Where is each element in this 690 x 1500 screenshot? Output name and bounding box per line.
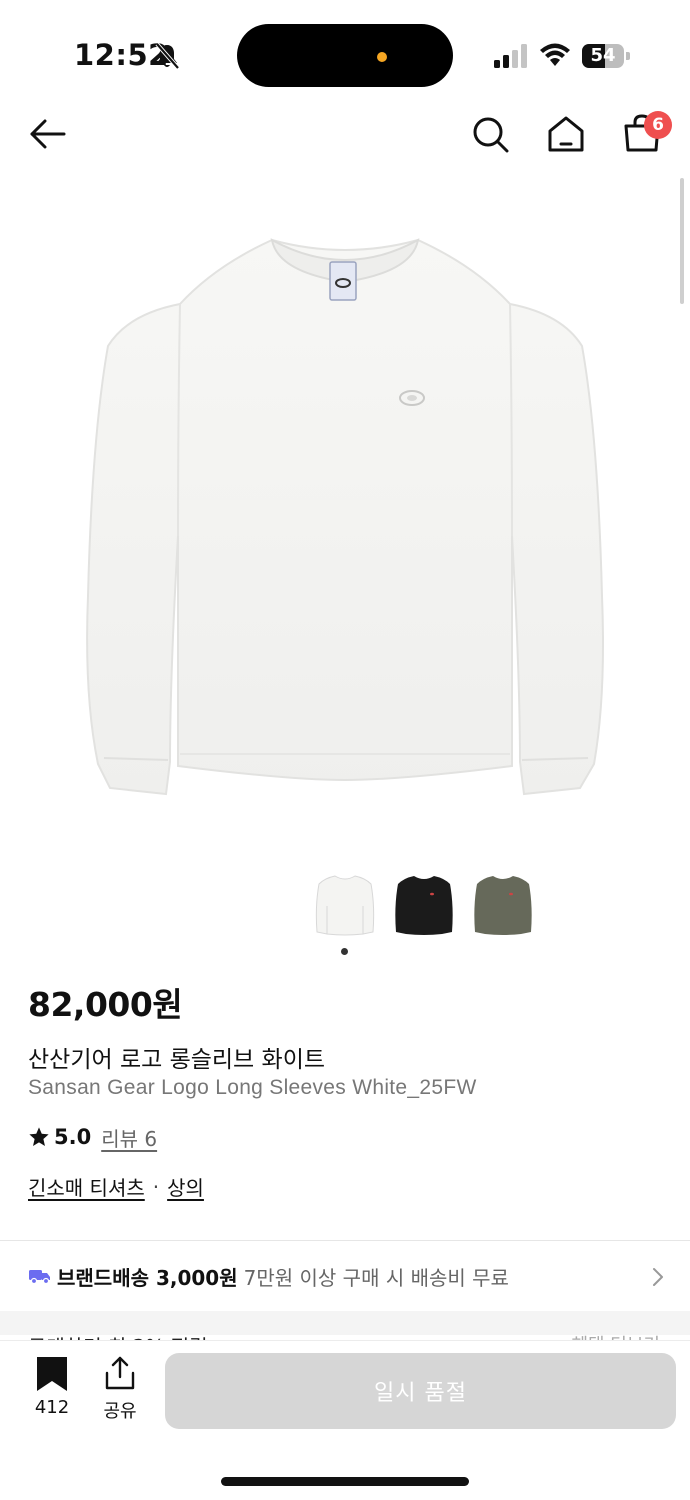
bell-slash-icon	[155, 42, 180, 70]
share-button[interactable]: 공유	[96, 1355, 144, 1422]
wifi-icon	[540, 43, 570, 66]
category-separator: ·	[152, 1174, 160, 1199]
product-name-korean: 산산기어 로고 롱슬리브 화이트	[28, 1047, 326, 1073]
shipping-fee-label: 브랜드배송 3,000원	[57, 1265, 238, 1290]
category-link-tops[interactable]: 상의	[167, 1172, 204, 1201]
thumbnail-khaki[interactable]	[469, 866, 537, 946]
search-icon[interactable]	[468, 112, 512, 156]
category-breadcrumb: 긴소매 티셔츠 · 상의	[28, 1172, 204, 1201]
temporarily-soldout-button[interactable]: 일시 품절	[165, 1353, 676, 1429]
arrow-left-icon[interactable]	[26, 112, 70, 156]
home-icon[interactable]	[544, 112, 588, 156]
cart-count-badge: 6	[644, 111, 672, 139]
dynamic-island	[237, 24, 453, 87]
category-link-long-sleeve-tshirts[interactable]: 긴소매 티셔츠	[28, 1172, 145, 1201]
free-shipping-condition: 7만원 이상 구매 시 배송비 무료	[243, 1265, 509, 1290]
home-indicator[interactable]	[221, 1477, 469, 1486]
privacy-indicator-dot	[377, 52, 387, 62]
chevron-right-icon	[653, 1268, 663, 1286]
status-bar: 12:52 54	[0, 0, 690, 100]
product-price: 82,000원	[28, 985, 183, 1024]
bottom-action-bar: 412 공유 일시 품절	[0, 1340, 690, 1500]
share-icon	[105, 1356, 135, 1390]
section-gap	[0, 1311, 690, 1335]
thumbnail-white[interactable]	[311, 866, 379, 946]
thumbnail-black[interactable]	[390, 866, 458, 946]
star-icon	[29, 1127, 49, 1146]
bookmark-button[interactable]: 412	[26, 1355, 78, 1421]
share-label: 공유	[103, 1401, 137, 1422]
bookmark-icon	[37, 1357, 67, 1391]
cellular-signal-icon	[494, 44, 527, 68]
image-page-dot	[341, 948, 348, 955]
top-nav	[0, 100, 690, 170]
shipping-info-row[interactable]: 브랜드배송 3,000원 7만원 이상 구매 시 배송비 무료	[0, 1241, 690, 1311]
bookmark-count: 412	[34, 1397, 70, 1418]
color-thumbnails	[0, 866, 690, 956]
image-scroll-indicator	[680, 178, 684, 304]
rating-row: 5.0 리뷰 6	[28, 1122, 157, 1152]
rating-value: 5.0	[54, 1125, 92, 1149]
reviews-link[interactable]: 리뷰 6	[101, 1123, 157, 1152]
battery-icon: 54	[582, 44, 630, 68]
truck-icon	[29, 1270, 50, 1284]
product-name-english: Sansan Gear Logo Long Sleeves White_25FW	[28, 1076, 477, 1099]
battery-percent: 54	[590, 45, 616, 66]
product-image[interactable]	[0, 176, 690, 866]
